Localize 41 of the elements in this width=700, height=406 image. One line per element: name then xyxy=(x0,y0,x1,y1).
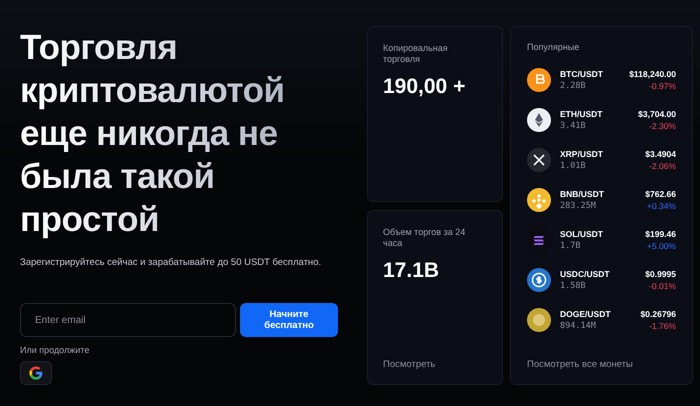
coin-price: $199.46 xyxy=(645,229,676,239)
coin-change: -0.01% xyxy=(649,281,676,291)
stat-value: 190,00 + xyxy=(383,75,466,99)
coin-volume: 1.01B xyxy=(560,161,587,171)
coin-change: -0.97% xyxy=(649,81,676,91)
coin-volume: 2.28B xyxy=(560,81,587,91)
hero-subtitle: Зарегистрируйтесь сейчас и зарабатывайте до 50 USDT бесплатно. xyxy=(20,257,322,268)
alt-login-label: Или продолжите xyxy=(20,345,90,355)
view-all-link[interactable]: Посмотреть все монеты xyxy=(527,359,676,370)
google-icon xyxy=(28,365,44,381)
popular-title: Популярные xyxy=(527,42,580,53)
coin-pair: BTC/USDT xyxy=(560,69,604,79)
coin-change: -1.76% xyxy=(649,321,676,331)
stat-value: 17.1B xyxy=(383,258,440,282)
coin-volume: 3.41B xyxy=(560,121,587,131)
coin-pair: XRP/USDT xyxy=(560,149,604,159)
coin-volume: 1.7B xyxy=(560,241,582,251)
coin-pair: BNB/USDT xyxy=(560,189,605,199)
view-link[interactable]: Посмотреть xyxy=(383,359,487,370)
coin-pair: DOGE/USDT xyxy=(560,309,612,319)
coin-volume: 894.14M xyxy=(560,321,597,331)
coin-pair: USDC/USDT xyxy=(560,269,611,279)
coin-price: $3.4904 xyxy=(645,149,676,159)
coin-change: +5.00% xyxy=(646,241,676,251)
google-button[interactable] xyxy=(20,361,52,385)
coin-change: -2.06% xyxy=(649,161,676,171)
coin-price: $0.26796 xyxy=(640,309,676,319)
coin-volume: 1.58B xyxy=(560,281,587,291)
coin-price: $118,240.00 xyxy=(629,69,676,79)
coin-change: -2.30% xyxy=(649,121,676,131)
coin-price: $3,704.00 xyxy=(638,109,676,119)
coin-price: $762.66 xyxy=(645,189,676,199)
email-field[interactable]: Enter email xyxy=(20,303,236,337)
stat-label: Объем торгов за 24 часа xyxy=(383,226,466,248)
start-button[interactable]: Начните бесплатно xyxy=(240,303,338,337)
coin-price: $0.9995 xyxy=(645,269,676,279)
coin-volume: 283.25M xyxy=(560,201,597,211)
coin-pair: ETH/USDT xyxy=(560,109,604,119)
coin-pair: SOL/USDT xyxy=(560,229,604,239)
stat-label: Копировальная торговля xyxy=(383,43,449,65)
coin-change: +0.34% xyxy=(646,201,676,211)
